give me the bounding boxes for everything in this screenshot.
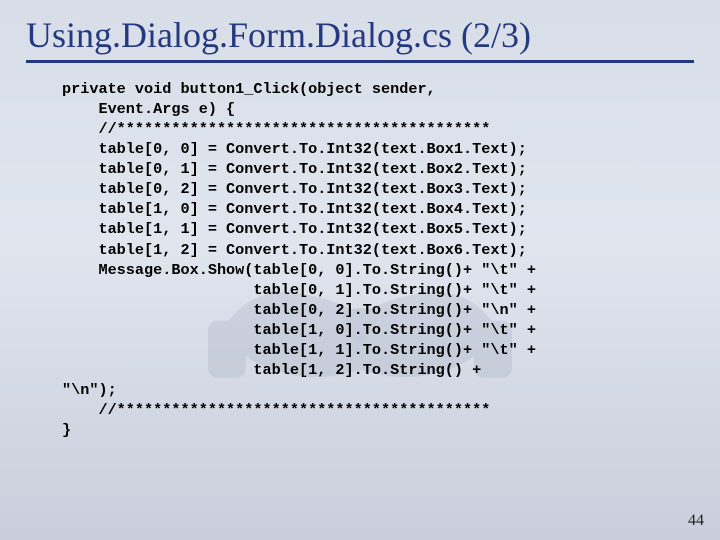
page-number: 44 [688,512,704,530]
slide-title: Using.Dialog.Form.Dialog.cs (2/3) [0,0,720,56]
code-block: private void button1_Click(object sender… [0,63,720,440]
